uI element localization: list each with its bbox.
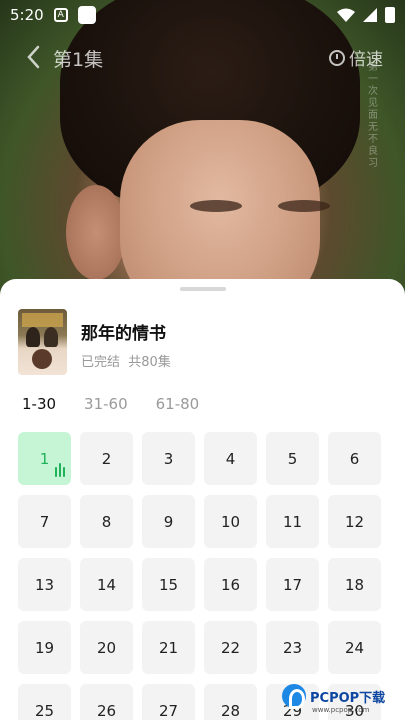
episode-tile[interactable]: 13 bbox=[18, 558, 71, 611]
wifi-icon bbox=[337, 8, 355, 22]
episode-sheet: 那年的情书 已完结 共80集 1-30 31-60 61-80 12345678… bbox=[0, 279, 405, 720]
episode-number: 24 bbox=[344, 638, 365, 657]
episode-tile[interactable]: 2 bbox=[80, 432, 133, 485]
episode-number: 18 bbox=[344, 575, 365, 594]
episode-tile[interactable]: 12 bbox=[328, 495, 381, 548]
episode-tile[interactable]: 20 bbox=[80, 621, 133, 674]
player-top-bar: 第1集 倍速 bbox=[0, 40, 405, 74]
episode-title: 第1集 bbox=[53, 49, 104, 71]
range-tab-1-30[interactable]: 1-30 bbox=[22, 395, 56, 413]
episode-tile[interactable]: 10 bbox=[204, 495, 257, 548]
video-eye-left bbox=[190, 200, 242, 212]
episode-number: 10 bbox=[220, 512, 241, 531]
episode-tile[interactable]: 3 bbox=[142, 432, 195, 485]
episode-tile[interactable]: 5 bbox=[266, 432, 319, 485]
watermark: PCPOP下载 www.pcpop.com bbox=[282, 684, 386, 714]
episode-tile[interactable]: 1 bbox=[18, 432, 71, 485]
episode-number: 9 bbox=[163, 512, 174, 531]
episode-tile[interactable]: 24 bbox=[328, 621, 381, 674]
battery-icon bbox=[385, 7, 395, 23]
drama-info: 那年的情书 已完结 共80集 bbox=[18, 309, 388, 375]
episode-tile[interactable]: 25 bbox=[18, 684, 71, 720]
episode-number: 15 bbox=[158, 575, 179, 594]
video-ear bbox=[66, 185, 126, 280]
episode-number: 23 bbox=[282, 638, 303, 657]
status-time: 5:20 bbox=[10, 6, 44, 24]
episode-tile[interactable]: 19 bbox=[18, 621, 71, 674]
episode-tile[interactable]: 14 bbox=[80, 558, 133, 611]
episode-grid: 1 2 3 4 5 6 7 8 9 10 11 12 13 14 15 16 17 18 19 20 21 22 23 24 2… bbox=[18, 432, 381, 720]
video-eye-right bbox=[278, 200, 330, 212]
episode-number: 3 bbox=[163, 449, 174, 468]
episode-number: 27 bbox=[158, 701, 179, 720]
episode-tile[interactable]: 11 bbox=[266, 495, 319, 548]
episode-number: 25 bbox=[34, 701, 55, 720]
episode-tile[interactable]: 23 bbox=[266, 621, 319, 674]
episode-number: 5 bbox=[287, 449, 298, 468]
back-icon[interactable] bbox=[22, 44, 46, 70]
range-tab-31-60[interactable]: 31-60 bbox=[84, 395, 128, 413]
episode-number: 28 bbox=[220, 701, 241, 720]
episode-number: 19 bbox=[34, 638, 55, 657]
range-tab-61-80[interactable]: 61-80 bbox=[156, 395, 200, 413]
episode-range-tabs: 1-30 31-60 61-80 bbox=[22, 395, 199, 413]
episode-number: 21 bbox=[158, 638, 179, 657]
episode-number: 11 bbox=[282, 512, 303, 531]
episode-tile[interactable]: 22 bbox=[204, 621, 257, 674]
watermark-logo-icon bbox=[282, 684, 306, 709]
episode-tile[interactable]: 21 bbox=[142, 621, 195, 674]
episode-tile[interactable]: 4 bbox=[204, 432, 257, 485]
episode-tile[interactable]: 18 bbox=[328, 558, 381, 611]
drama-meta: 已完结 共80集 bbox=[81, 351, 171, 370]
episode-number: 20 bbox=[96, 638, 117, 657]
episode-tile[interactable]: 27 bbox=[142, 684, 195, 720]
episode-number: 2 bbox=[101, 449, 112, 468]
vertical-subtitle: 第一次见面 无不良习 bbox=[368, 62, 378, 169]
signal-icon bbox=[363, 8, 377, 22]
watermark-brand: PCPOP下载 bbox=[310, 690, 386, 706]
status-bar: 5:20 A bbox=[0, 0, 405, 30]
speed-icon bbox=[329, 49, 345, 66]
font-a-icon: A bbox=[53, 8, 68, 22]
episode-number: 4 bbox=[225, 449, 236, 468]
episode-tile[interactable]: 7 bbox=[18, 495, 71, 548]
square-icon bbox=[77, 6, 96, 24]
episode-number: 12 bbox=[344, 512, 365, 531]
sheet-drag-handle[interactable] bbox=[180, 287, 226, 291]
episode-tile[interactable]: 28 bbox=[204, 684, 257, 720]
drama-status: 已完结 bbox=[81, 355, 121, 370]
episode-tile[interactable]: 16 bbox=[204, 558, 257, 611]
drama-title: 那年的情书 bbox=[81, 324, 166, 344]
playing-icon bbox=[55, 463, 65, 477]
watermark-sub: www.pcpop.com bbox=[312, 706, 370, 714]
episode-tile[interactable]: 17 bbox=[266, 558, 319, 611]
episode-number: 14 bbox=[96, 575, 117, 594]
episode-tile[interactable]: 9 bbox=[142, 495, 195, 548]
episode-tile[interactable]: 8 bbox=[80, 495, 133, 548]
episode-tile[interactable]: 15 bbox=[142, 558, 195, 611]
episode-number: 7 bbox=[39, 512, 50, 531]
episode-tile[interactable]: 6 bbox=[328, 432, 381, 485]
episode-number: 17 bbox=[282, 575, 303, 594]
drama-poster bbox=[18, 309, 67, 375]
episode-number: 13 bbox=[34, 575, 55, 594]
episode-number: 26 bbox=[96, 701, 117, 720]
episode-number: 8 bbox=[101, 512, 112, 531]
episode-tile[interactable]: 26 bbox=[80, 684, 133, 720]
episode-number: 16 bbox=[220, 575, 241, 594]
episode-number: 22 bbox=[220, 638, 241, 657]
episode-number: 6 bbox=[349, 449, 360, 468]
drama-episode-count: 共80集 bbox=[128, 355, 171, 370]
episode-number: 1 bbox=[39, 449, 50, 468]
